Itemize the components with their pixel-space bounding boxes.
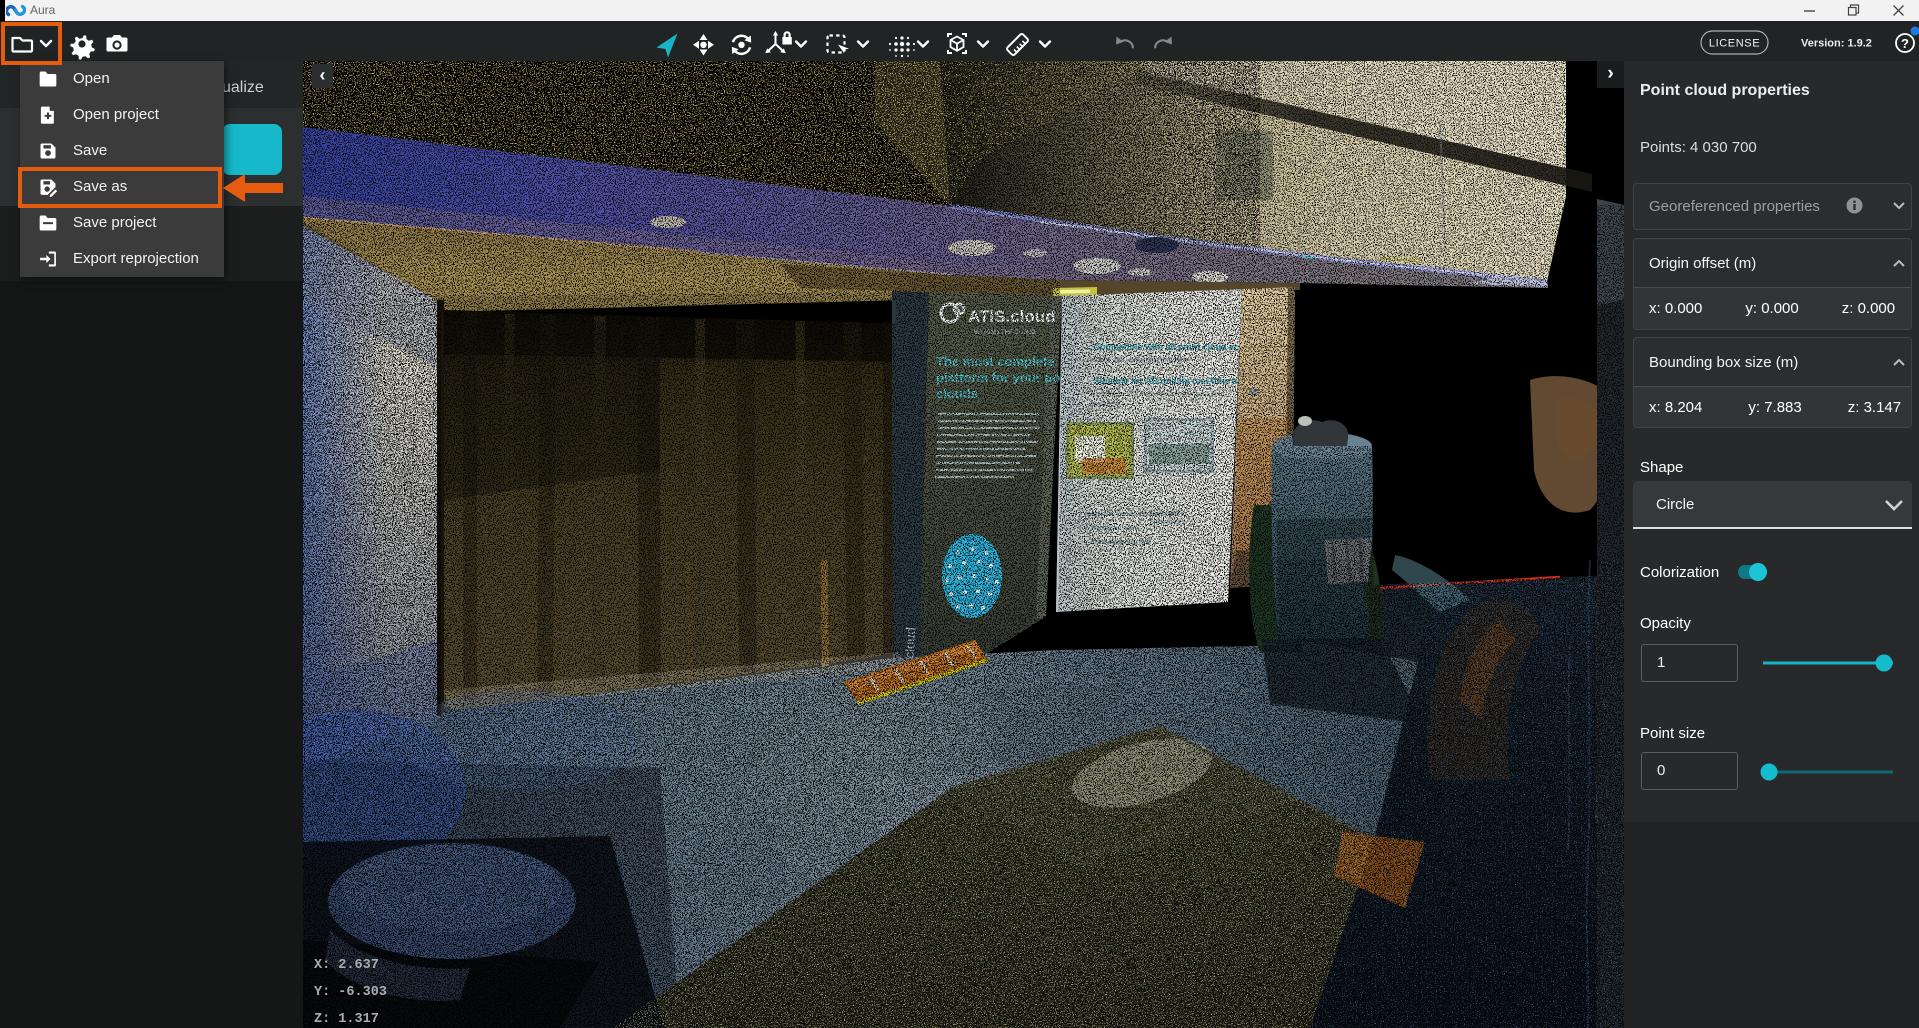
svg-text:Z: 1.317: Z: 1.317 [314,1012,379,1027]
svg-text:?: ? [1901,36,1909,51]
svg-text:X: 2.637: X: 2.637 [314,958,379,973]
svg-text:LICENSE: LICENSE [1709,38,1760,50]
svg-text:Y: -6.303: Y: -6.303 [314,985,387,1000]
svg-text:Version: 1.9.2: Version: 1.9.2 [1801,38,1872,50]
